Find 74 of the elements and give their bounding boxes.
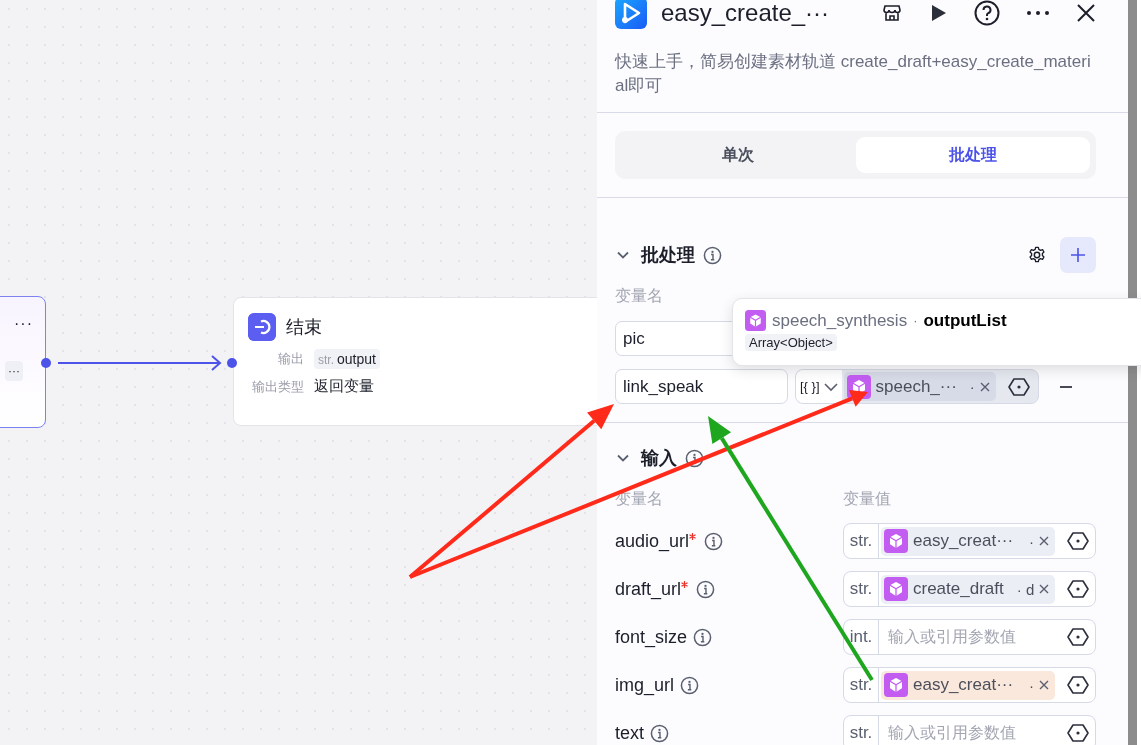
tooltip: speech_synthesis · outputList Array<Object> [732, 298, 1141, 366]
remove-icon[interactable] [1039, 680, 1049, 690]
plus-icon [1071, 248, 1085, 262]
cube-icon [745, 310, 766, 331]
reference-chip[interactable]: easy_creat··· · [881, 526, 1055, 556]
exit-icon [248, 313, 276, 341]
variable-picker-icon[interactable] [1067, 578, 1090, 600]
value-field[interactable]: int. 输入或引用参数值 [843, 619, 1096, 655]
type-label: str. [844, 572, 879, 606]
section-title: 批处理 [641, 244, 695, 267]
value-field[interactable]: [{ }] speech_··· · [795, 369, 1039, 404]
value-field[interactable]: str. create_draft · d [843, 571, 1097, 607]
parameter-name: text [615, 722, 644, 744]
parameter-name: font_size [615, 626, 688, 648]
variable-picker-icon[interactable] [1007, 375, 1030, 398]
type-label: str. [844, 668, 879, 702]
field-label: 输出类型 [252, 377, 304, 396]
value-field[interactable]: str. easy_creat··· · [843, 523, 1096, 559]
info-icon [685, 448, 704, 468]
more-icon[interactable] [1026, 10, 1050, 16]
help-icon[interactable] [974, 0, 1000, 26]
more-menu[interactable]: ··· [14, 315, 33, 333]
chevron-icon [823, 381, 838, 392]
variable-picker-icon[interactable] [1067, 722, 1089, 744]
port-dot[interactable] [227, 358, 237, 368]
column-header: 变量名 [615, 286, 663, 306]
type-select[interactable]: [{ }] [796, 370, 842, 403]
value-field[interactable]: str. 输入或引用参数值 [843, 715, 1096, 745]
column-header: 变量值 [843, 489, 892, 509]
parameter-name: draft_url [615, 578, 682, 600]
cube-icon [884, 529, 908, 553]
variable-picker-icon[interactable] [1067, 626, 1089, 648]
reference-chip[interactable]: speech_··· · [843, 372, 996, 401]
variable-picker-icon[interactable] [1067, 530, 1089, 552]
type-label: str. [844, 524, 879, 558]
value-field[interactable]: str. easy_creat··· · [843, 667, 1096, 703]
info-icon [693, 627, 713, 647]
info-icon [704, 531, 724, 551]
type-label: str. [844, 716, 879, 745]
output-chip: ··· [5, 361, 23, 381]
close-icon[interactable] [1076, 3, 1096, 23]
type-tag: Array<Object> [745, 334, 837, 351]
tab[interactable]: 单次 [621, 137, 856, 173]
info-icon [650, 723, 669, 743]
description: 快速上手，简易创建素材轨道 create_draft+easy_create_material即可 [615, 51, 1092, 97]
node-title: 结束 [286, 316, 322, 339]
name-field[interactable]: link_speak [615, 369, 788, 404]
variable-picker-icon[interactable] [1067, 674, 1089, 696]
cube-icon [884, 577, 908, 601]
scrollbar[interactable] [1128, 0, 1137, 745]
field-value: 返回变量 [314, 377, 374, 396]
remove-icon[interactable] [1039, 536, 1049, 546]
parameter-name: audio_url [615, 530, 690, 552]
section-title: 输入 [641, 447, 677, 470]
output-chip: str. output [314, 349, 380, 369]
end-node[interactable]: 结束 输出 str. output 输出类型 返回变量 [233, 297, 597, 426]
parameter-name: img_url [615, 674, 675, 696]
workflow-node[interactable]: ··· ··· [0, 296, 46, 428]
info-icon [680, 675, 700, 695]
info-icon [696, 579, 716, 599]
add-button[interactable] [1060, 237, 1096, 273]
tab[interactable]: 批处理 [855, 137, 1090, 173]
remove-icon[interactable] [979, 381, 990, 392]
type-label: int. [844, 620, 879, 654]
cube-icon [884, 673, 908, 697]
reference-chip[interactable]: easy_creat··· · [881, 670, 1055, 700]
store-icon[interactable] [882, 3, 902, 23]
panel-title: easy_create_··· [661, 0, 831, 27]
info-icon [703, 245, 722, 265]
settings-icon[interactable] [1028, 246, 1046, 264]
field-label: 输出 [278, 350, 304, 368]
reference-chip[interactable]: create_draft · d [881, 574, 1056, 604]
remove-icon[interactable] [1039, 584, 1050, 594]
port-dot[interactable] [41, 358, 51, 368]
